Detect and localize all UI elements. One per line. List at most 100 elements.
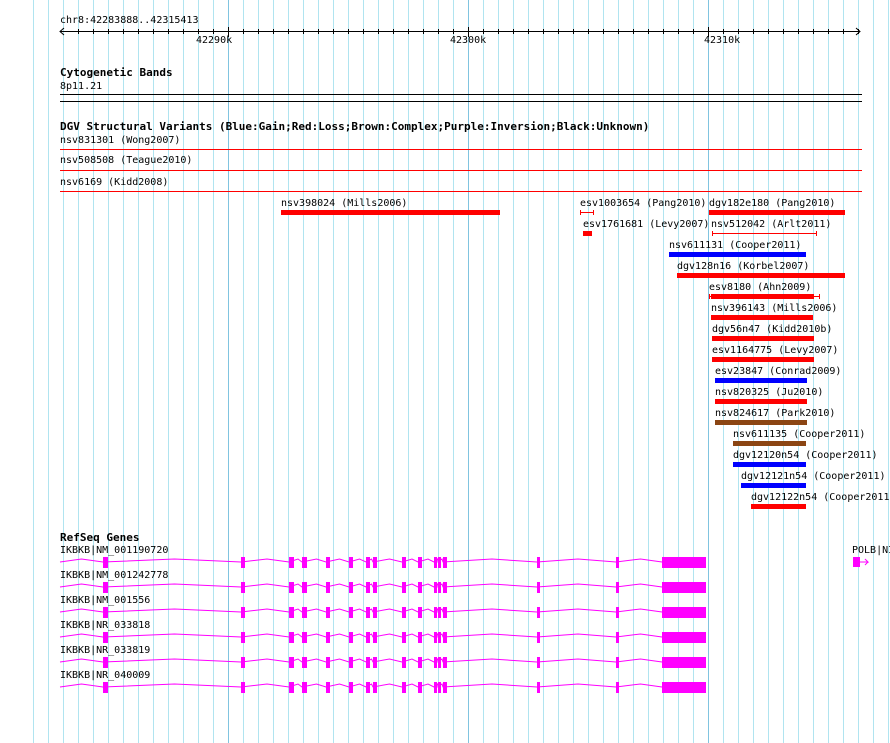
exon[interactable] bbox=[418, 632, 422, 643]
exon[interactable] bbox=[402, 632, 406, 643]
exon[interactable] bbox=[434, 632, 437, 643]
exon[interactable] bbox=[438, 657, 441, 668]
variant-label[interactable]: nsv508508 (Teague2010) bbox=[60, 155, 192, 166]
exon[interactable] bbox=[241, 632, 245, 643]
exon[interactable] bbox=[418, 682, 422, 693]
transcript-label[interactable]: IKBKB|NR_033819 bbox=[60, 645, 150, 656]
exon[interactable] bbox=[302, 557, 307, 568]
exon[interactable] bbox=[616, 632, 619, 643]
exon[interactable] bbox=[373, 632, 377, 643]
exon[interactable] bbox=[289, 607, 294, 618]
variant-label[interactable]: dgv12120n54 (Cooper2011) bbox=[733, 450, 878, 461]
exon[interactable] bbox=[418, 607, 422, 618]
transcript-label[interactable]: IKBKB|NM_001242778 bbox=[60, 570, 168, 581]
exon[interactable] bbox=[443, 682, 447, 693]
exon[interactable] bbox=[616, 682, 619, 693]
exon-utr-block[interactable] bbox=[662, 582, 706, 593]
exon-utr-block[interactable] bbox=[662, 657, 706, 668]
exon[interactable] bbox=[438, 632, 441, 643]
exon[interactable] bbox=[616, 582, 619, 593]
exon[interactable] bbox=[103, 632, 108, 643]
exon[interactable] bbox=[326, 682, 330, 693]
exon[interactable] bbox=[366, 557, 370, 568]
exon[interactable] bbox=[402, 682, 406, 693]
exon[interactable] bbox=[434, 607, 437, 618]
exon[interactable] bbox=[349, 582, 353, 593]
exon-utr-block[interactable] bbox=[662, 607, 706, 618]
exon[interactable] bbox=[103, 582, 108, 593]
exon[interactable] bbox=[241, 557, 245, 568]
variant-label[interactable]: nsv6169 (Kidd2008) bbox=[60, 177, 168, 188]
transcript-label[interactable]: IKBKB|NM_001556 bbox=[60, 595, 150, 606]
exon[interactable] bbox=[443, 657, 447, 668]
exon[interactable] bbox=[537, 657, 540, 668]
variant-label[interactable]: nsv824617 (Park2010) bbox=[715, 408, 835, 419]
exon[interactable] bbox=[289, 632, 294, 643]
variant-bar[interactable] bbox=[583, 231, 592, 236]
track-title-refseq[interactable]: RefSeq Genes bbox=[60, 532, 139, 543]
exon[interactable] bbox=[402, 657, 406, 668]
exon[interactable] bbox=[434, 582, 437, 593]
exon[interactable] bbox=[537, 682, 540, 693]
exon-utr-block[interactable] bbox=[662, 557, 706, 568]
variant-bar[interactable] bbox=[741, 483, 806, 488]
exon[interactable] bbox=[349, 657, 353, 668]
exon[interactable] bbox=[241, 682, 245, 693]
exon[interactable] bbox=[349, 557, 353, 568]
exon[interactable] bbox=[418, 657, 422, 668]
exon[interactable] bbox=[302, 657, 307, 668]
exon[interactable] bbox=[366, 607, 370, 618]
exon[interactable] bbox=[302, 682, 307, 693]
exon[interactable] bbox=[302, 607, 307, 618]
exon[interactable] bbox=[302, 582, 307, 593]
exon[interactable] bbox=[434, 657, 437, 668]
variant-bar[interactable] bbox=[712, 336, 814, 341]
exon[interactable] bbox=[616, 607, 619, 618]
exon[interactable] bbox=[349, 632, 353, 643]
exon[interactable] bbox=[537, 582, 540, 593]
variant-label[interactable]: nsv611135 (Cooper2011) bbox=[733, 429, 865, 440]
exon[interactable] bbox=[373, 607, 377, 618]
exon[interactable] bbox=[402, 557, 406, 568]
exon[interactable] bbox=[241, 607, 245, 618]
variant-bar[interactable] bbox=[751, 504, 806, 509]
variant-label[interactable]: esv1164775 (Levy2007) bbox=[712, 345, 838, 356]
exon[interactable] bbox=[326, 632, 330, 643]
variant-bar[interactable] bbox=[733, 441, 806, 446]
variant-bar[interactable] bbox=[669, 252, 806, 257]
exon[interactable] bbox=[434, 682, 437, 693]
transcript-label[interactable]: IKBKB|NR_033818 bbox=[60, 620, 150, 631]
variant-bar[interactable] bbox=[709, 210, 845, 215]
exon[interactable] bbox=[438, 557, 441, 568]
exon[interactable] bbox=[241, 657, 245, 668]
exon[interactable] bbox=[326, 557, 330, 568]
variant-label[interactable]: esv1003654 (Pang2010) bbox=[580, 198, 706, 209]
exon[interactable] bbox=[402, 607, 406, 618]
exon[interactable] bbox=[289, 582, 294, 593]
exon[interactable] bbox=[366, 657, 370, 668]
exon[interactable] bbox=[366, 582, 370, 593]
exon[interactable] bbox=[289, 657, 294, 668]
variant-bar[interactable] bbox=[715, 399, 807, 404]
variant-label[interactable]: dgv56n47 (Kidd2010b) bbox=[712, 324, 832, 335]
exon-utr-block[interactable] bbox=[662, 632, 706, 643]
variant-bar[interactable] bbox=[715, 420, 807, 425]
exon[interactable] bbox=[103, 682, 108, 693]
exon[interactable] bbox=[434, 557, 437, 568]
exon[interactable] bbox=[103, 557, 108, 568]
exon[interactable] bbox=[289, 682, 294, 693]
exon[interactable] bbox=[537, 557, 540, 568]
exon[interactable] bbox=[537, 607, 540, 618]
gene-label-polb[interactable]: POLB|NI bbox=[852, 545, 890, 556]
variant-bar[interactable] bbox=[715, 378, 807, 383]
exon[interactable] bbox=[402, 582, 406, 593]
exon[interactable] bbox=[443, 632, 447, 643]
variant-label[interactable]: esv1761681 (Levy2007) bbox=[583, 219, 709, 230]
variant-label[interactable]: nsv831301 (Wong2007) bbox=[60, 135, 180, 146]
variant-label[interactable]: esv8180 (Ahn2009) bbox=[709, 282, 811, 293]
track-title-dgv[interactable]: DGV Structural Variants (Blue:Gain;Red:L… bbox=[60, 121, 649, 132]
variant-label[interactable]: dgv12122n54 (Cooper2011 bbox=[751, 492, 889, 503]
exon[interactable] bbox=[326, 657, 330, 668]
exon[interactable] bbox=[418, 557, 422, 568]
variant-label[interactable]: nsv611131 (Cooper2011) bbox=[669, 240, 801, 251]
